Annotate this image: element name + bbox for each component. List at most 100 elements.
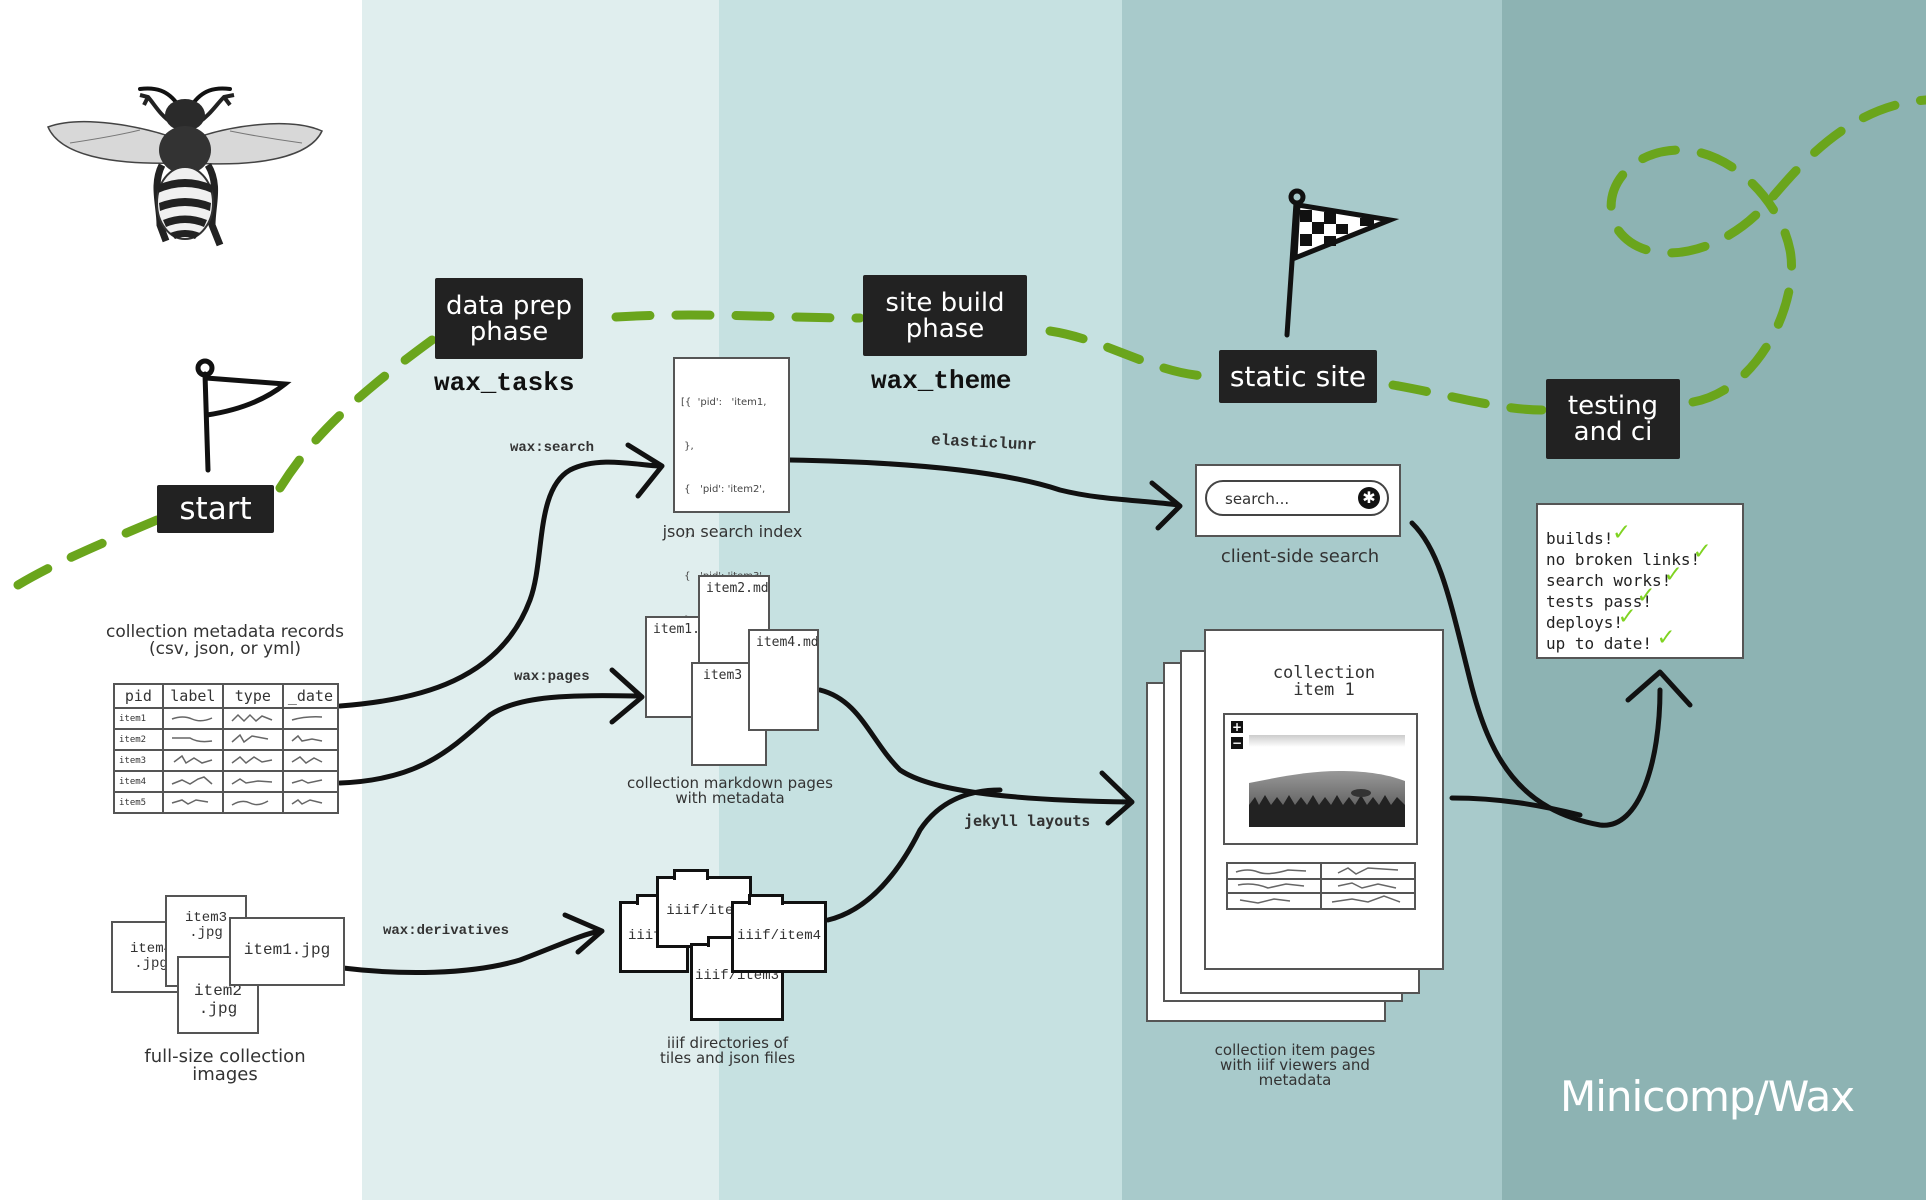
search-input[interactable]: search... ✱ [1205, 480, 1389, 516]
checklist-item-label: builds! [1546, 529, 1614, 548]
metadata-header-label: label [161, 683, 224, 709]
finish-flag-icon [1284, 188, 1400, 338]
json-index-caption: json search index [662, 522, 803, 541]
milestone-data-prep-line2: phase [469, 316, 549, 347]
search-widget: search... ✱ [1195, 464, 1401, 537]
checkmark-icon: ✓ [1619, 601, 1635, 631]
arrows [337, 442, 1693, 976]
tool-wax-theme: wax_theme [871, 366, 1012, 396]
checkmark-icon: ✓ [1657, 622, 1674, 652]
metadata-pid: item4 [113, 770, 164, 793]
md-pages-caption: collection markdown pages with metadata [615, 776, 845, 806]
search-caption: client-side search [1220, 546, 1380, 567]
table-row: item2 [113, 728, 340, 751]
json-line: [{ 'pid': 'item1, [681, 397, 767, 408]
md-file-name: item2.md [706, 581, 768, 596]
iiif-folder: iiif/item4 [731, 894, 827, 973]
milestone-site-build: site build phase [863, 275, 1027, 356]
checklist-item: deploys!✓ [1546, 603, 1734, 632]
cmd-jekyll-layouts: jekyll layouts [964, 812, 1091, 830]
images-caption-line2: images [192, 1064, 258, 1085]
checklist-item-label: tests pass! [1546, 592, 1652, 611]
iiif-folder-name: iiif/item4 [736, 927, 821, 944]
cmd-wax-search: wax:search [510, 440, 595, 456]
landscape-image [1249, 735, 1405, 827]
arrow-wax-pages [337, 693, 643, 786]
checklist-item-label: deploys! [1546, 613, 1624, 632]
cmd-wax-pages: wax:pages [514, 669, 590, 685]
search-button-icon[interactable]: ✱ [1358, 487, 1380, 509]
metadata-caption-line2: (csv, json, or yml) [148, 639, 302, 659]
table-row: item5 [113, 791, 340, 814]
milestone-site-build-line1: site build [885, 287, 1005, 318]
milestone-static-site-label: static site [1229, 359, 1367, 393]
arrow-elasticlunr [787, 457, 1181, 508]
metadata-pid: item3 [113, 749, 164, 772]
path-segment-to-static-site [1045, 326, 1221, 381]
zoom-in-button[interactable]: + [1231, 721, 1243, 733]
md-pages-caption-line2: with metadata [675, 789, 785, 807]
metadata-header-pid: pid [113, 683, 164, 709]
image-file-name: item1.jpg [243, 941, 331, 959]
milestone-static-site: static site [1219, 350, 1377, 403]
path-segment-to-testing [1388, 380, 1547, 415]
checkmark-icon: ✓ [1613, 517, 1630, 547]
checklist-item-label: up to date! [1546, 634, 1652, 653]
checkmark-icon: ✓ [1665, 559, 1681, 589]
metadata-pid: item5 [113, 791, 164, 814]
item-page-title: collection item 1 [1206, 665, 1442, 699]
images-caption: full-size collection images [120, 1048, 330, 1084]
arrow-md-to-pages [817, 687, 1133, 805]
milestone-testing: testing and ci [1546, 379, 1680, 459]
metadata-table-header: pid label type _date [113, 683, 340, 709]
checkmark-icon: ✓ [1637, 580, 1654, 610]
path-segment-to-data-prep [275, 335, 437, 493]
cmd-wax-derivatives: wax:derivatives [383, 923, 510, 939]
milestone-start-label: start [179, 490, 252, 527]
item-page-title-line2: item 1 [1293, 680, 1355, 700]
metadata-header-type: type [221, 683, 284, 709]
metadata-pid: item1 [113, 707, 164, 730]
milestone-site-build-line2: phase [905, 313, 985, 344]
arrow-iiif-to-pages [825, 787, 1003, 923]
md-file-name: item4.md [756, 635, 817, 650]
path-segment-start [13, 515, 162, 590]
milestone-testing-line2: and ci [1573, 417, 1653, 447]
path-segment-to-site-build [611, 310, 865, 323]
search-placeholder: search... [1225, 490, 1290, 508]
md-file-item4: item4.md [748, 629, 819, 731]
checklist-item: no broken links!✓ [1546, 538, 1734, 569]
metadata-pid: item2 [113, 728, 164, 751]
table-row: item3 [113, 749, 340, 772]
item-pages-caption-line3: metadata [1258, 1071, 1332, 1089]
milestone-data-prep-line1: data prep [446, 290, 572, 321]
arrowhead-wax-search [625, 442, 665, 499]
item-page: collection item 1 + − [1204, 629, 1444, 970]
path-segment-loop [1606, 95, 1926, 407]
iiif-caption-line2: tiles and json files [659, 1049, 796, 1067]
tool-wax-tasks: wax_tasks [434, 368, 575, 398]
checklist-item: tests pass!✓ [1546, 582, 1734, 611]
table-row: item4 [113, 770, 340, 793]
json-search-index: [{ 'pid': 'item1, }, { 'pid': 'item2', }… [673, 357, 790, 713]
image-file-ext: .jpg [198, 999, 238, 1018]
milestone-data-prep: data prep phase [435, 278, 583, 359]
milestone-start: start [157, 485, 274, 533]
zoom-out-button[interactable]: − [1231, 737, 1243, 749]
arrowhead-jekyll [1099, 770, 1135, 826]
image-file-item1: item1.jpg [229, 917, 345, 986]
milestone-testing-line1: testing [1567, 391, 1659, 421]
ci-checklist: builds!✓ no broken links!✓ search works!… [1536, 503, 1744, 659]
iiif-caption: iiif directories of tiles and json files [630, 1036, 825, 1066]
checklist-item: up to date! ✓ [1546, 624, 1734, 653]
table-row: item1 [113, 707, 340, 730]
start-flag-icon [195, 358, 292, 473]
item-pages-caption: collection item pages with iiif viewers … [1185, 1043, 1405, 1088]
metadata-caption: collection metadata records (csv, json, … [100, 624, 350, 658]
json-line: { 'pid': 'item2', [681, 484, 766, 495]
checkmark-icon: ✓ [1694, 536, 1710, 566]
item-metadata-table [1226, 862, 1416, 910]
brand-title: Minicomp/Wax [1560, 1072, 1855, 1121]
iiif-viewer[interactable]: + − [1223, 713, 1418, 845]
metadata-header-date: _date [281, 683, 340, 709]
